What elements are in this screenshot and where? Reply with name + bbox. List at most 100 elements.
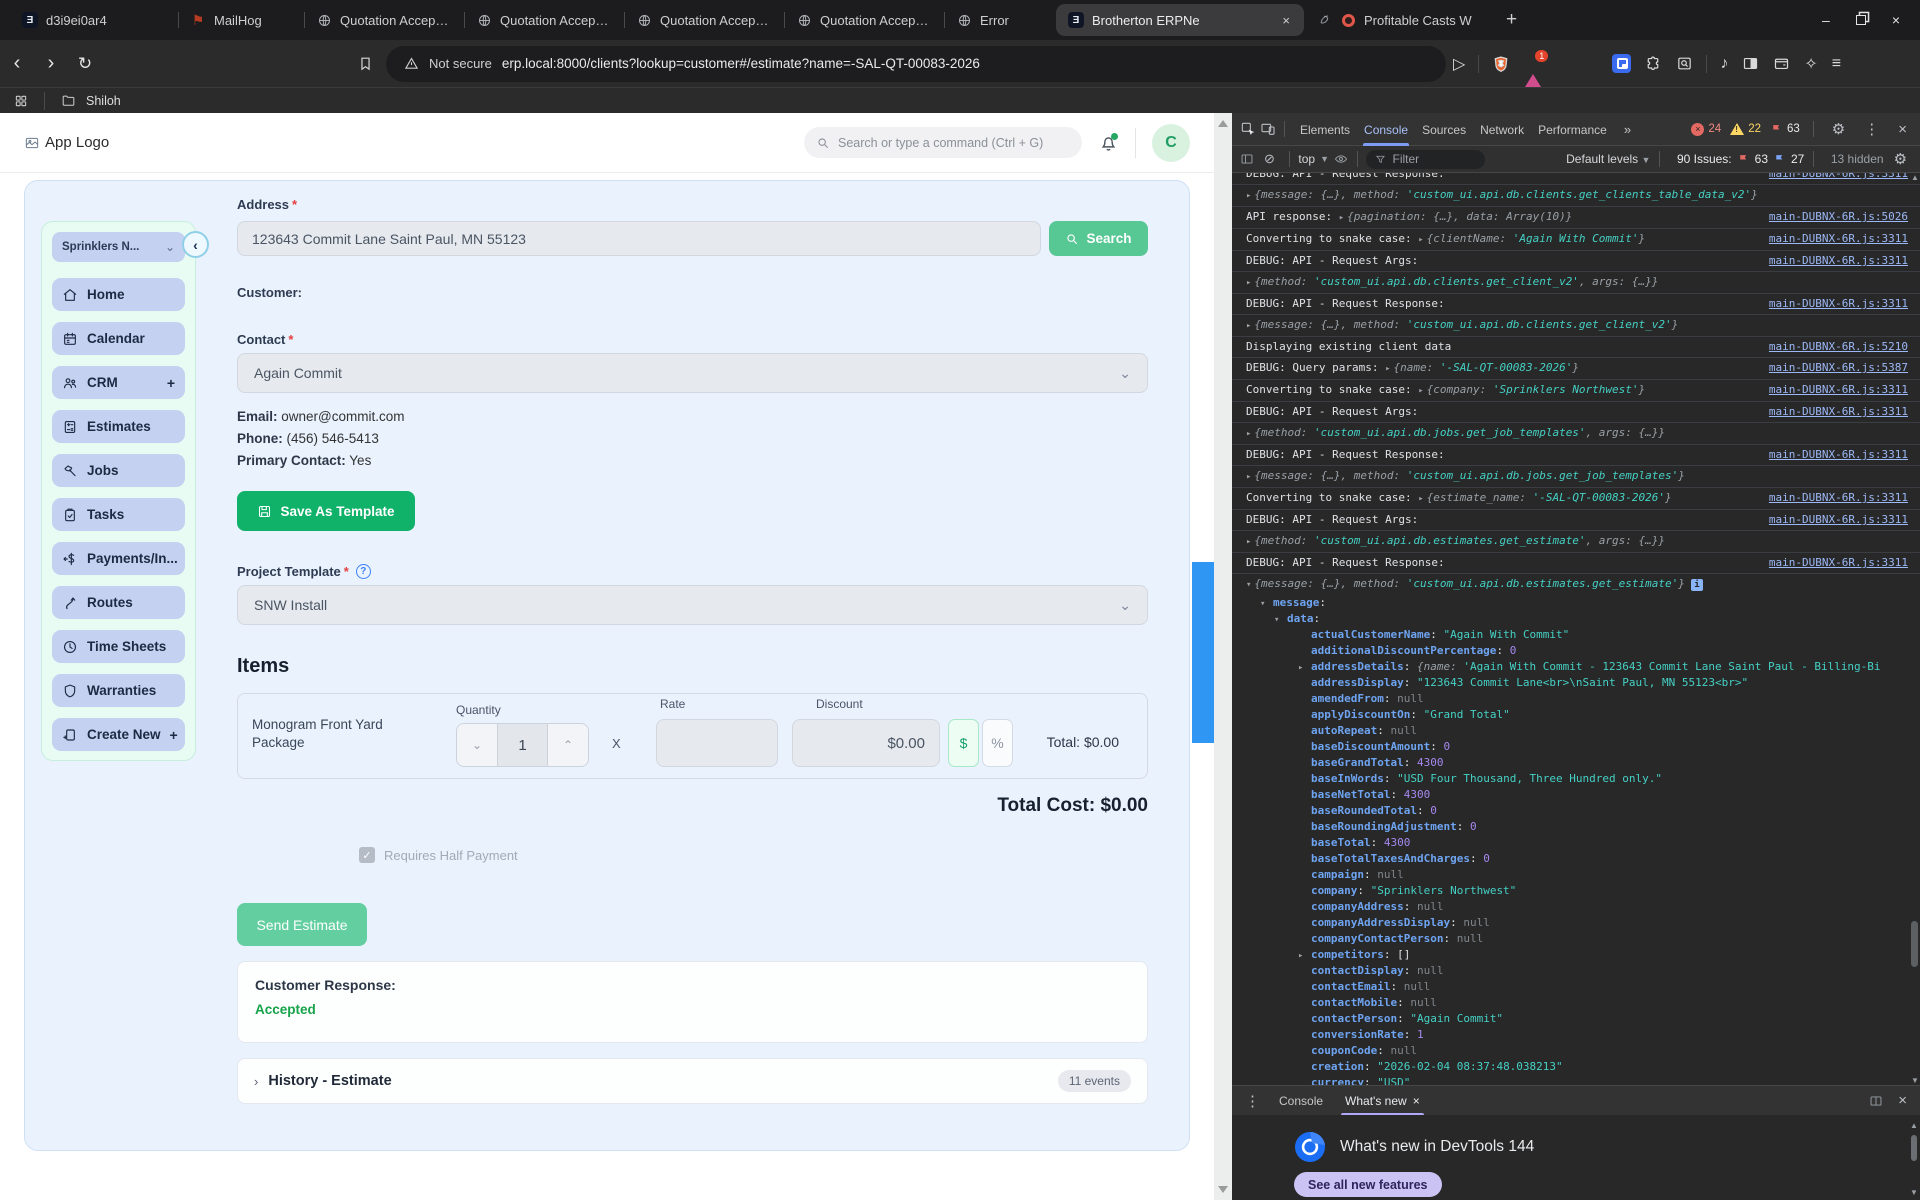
apps-grid-icon[interactable]	[14, 94, 28, 108]
discount-dollar-button[interactable]: $	[948, 719, 979, 767]
new-tab-button[interactable]: +	[1492, 9, 1531, 31]
help-icon[interactable]: ?	[355, 564, 371, 579]
expand-triangle-icon[interactable]: ▸	[1418, 494, 1423, 504]
browser-tab[interactable]: Quotation Accepted	[784, 0, 944, 40]
drawer-tab-close-icon[interactable]: ×	[1413, 1094, 1420, 1108]
device-toolbar-icon[interactable]	[1260, 121, 1276, 137]
whats-new-scrollbar[interactable]: ▲ ▼	[1910, 1121, 1918, 1197]
browser-tab[interactable]: Ǝ Brotherton ERPNe ×	[1056, 4, 1304, 36]
source-link[interactable]: main-DUBNX-6R.js:3311	[1769, 229, 1908, 249]
source-link[interactable]: main-DUBNX-6R.js:3311	[1769, 251, 1908, 271]
menu-icon[interactable]: ≡	[1832, 55, 1841, 73]
company-select[interactable]: Sprinklers N... ⌄	[52, 232, 185, 262]
forward-button[interactable]: ›	[34, 52, 68, 75]
restore-button[interactable]	[1855, 15, 1866, 25]
expand-triangle-icon[interactable]: ▸	[1246, 472, 1251, 482]
address-input[interactable]: 123643 Commit Lane Saint Paul, MN 55123	[237, 221, 1041, 256]
sidebar-item-create-new[interactable]: Create New +	[52, 718, 185, 751]
drawer-tab-console[interactable]: Console	[1271, 1086, 1331, 1116]
source-link[interactable]: main-DUBNX-6R.js:3311	[1769, 294, 1908, 314]
sidebar-collapse-button[interactable]: ‹	[182, 231, 209, 258]
more-tabs-icon[interactable]: »	[1618, 122, 1637, 137]
source-link[interactable]: main-DUBNX-6R.js:5387	[1769, 358, 1908, 378]
browser-tab[interactable]: Quotation Accepted	[304, 0, 464, 40]
user-avatar[interactable]: C	[1152, 123, 1190, 162]
plus-icon[interactable]: +	[170, 727, 178, 743]
expand-triangle-icon[interactable]: ▸	[1298, 948, 1311, 963]
console-scrollbar[interactable]: ▲ ▼	[1909, 173, 1920, 1085]
sidebar-item-home[interactable]: Home	[52, 278, 185, 311]
app-logo[interactable]: App Logo	[24, 134, 109, 151]
console-filter-input[interactable]: Filter	[1366, 149, 1486, 169]
tab-close-icon[interactable]: ×	[1280, 13, 1292, 28]
scroll-down-arrow[interactable]	[1218, 1186, 1228, 1193]
half-payment-checkbox[interactable]: ✓	[359, 847, 375, 863]
back-button[interactable]: ‹	[0, 52, 34, 75]
expand-triangle-icon[interactable]: ▸	[1246, 321, 1251, 331]
brave-shield-icon[interactable]	[1492, 55, 1510, 73]
send-estimate-button[interactable]: Send Estimate	[237, 903, 367, 946]
reload-button[interactable]: ↻	[68, 54, 102, 74]
app-scrollbar[interactable]	[1214, 113, 1232, 1200]
expand-triangle-icon[interactable]: ▾	[1260, 596, 1273, 611]
expand-triangle-icon[interactable]: ▸	[1246, 278, 1251, 288]
context-selector[interactable]: top ▼	[1298, 152, 1329, 166]
bookmark-folder-shiloh[interactable]: Shiloh	[86, 94, 121, 108]
expand-triangle-icon[interactable]: ▸	[1385, 364, 1390, 374]
close-button[interactable]: ×	[1892, 12, 1900, 28]
warning-count-badge[interactable]: 22	[1730, 123, 1761, 135]
sidebar-item-calendar[interactable]: Calendar	[52, 322, 185, 355]
quantity-increase-button[interactable]: ⌃	[548, 724, 588, 766]
drawer-close-icon[interactable]: ×	[1893, 1092, 1912, 1109]
settings-gear-icon[interactable]: ⚙	[1827, 120, 1850, 138]
browser-tab[interactable]: Ǝd3i9ei0ar4	[10, 0, 178, 40]
source-link[interactable]: main-DUBNX-6R.js:3311	[1769, 173, 1908, 184]
source-link[interactable]: main-DUBNX-6R.js:3311	[1769, 553, 1908, 573]
quantity-value[interactable]: 1	[497, 724, 548, 766]
source-link[interactable]: main-DUBNX-6R.js:5210	[1769, 337, 1908, 357]
bookmark-icon[interactable]	[357, 55, 374, 72]
hidden-messages-count[interactable]: 13 hidden	[1831, 152, 1884, 166]
drawer-menu-icon[interactable]: ⋮	[1240, 1092, 1265, 1110]
browser-tab[interactable]: Quotation Accepted	[624, 0, 784, 40]
minimize-button[interactable]: –	[1822, 12, 1830, 28]
address-search-button[interactable]: Search	[1049, 221, 1148, 256]
sidebar-item-payments-in[interactable]: Payments/In...	[52, 542, 185, 575]
devtools-tab-sources[interactable]: Sources	[1415, 113, 1473, 146]
quantity-decrease-button[interactable]: ⌄	[457, 724, 497, 766]
source-link[interactable]: main-DUBNX-6R.js:3311	[1769, 488, 1908, 508]
see-all-new-features-button[interactable]: See all new features	[1294, 1172, 1442, 1197]
devtools-tab-elements[interactable]: Elements	[1293, 113, 1357, 146]
expand-triangle-icon[interactable]: ▸	[1246, 537, 1251, 547]
sidebar-item-time-sheets[interactable]: Time Sheets	[52, 630, 185, 663]
expand-triangle-icon[interactable]: ▸	[1339, 213, 1344, 223]
filter-settings-gear-icon[interactable]: ⚙	[1889, 150, 1912, 168]
expand-triangle-icon[interactable]: ▾	[1246, 580, 1251, 590]
media-music-icon[interactable]: ♪	[1720, 55, 1728, 73]
clear-console-icon[interactable]: ⊘	[1259, 151, 1280, 167]
browser-tab[interactable]: ⚑ MailHog	[178, 0, 304, 40]
source-link[interactable]: main-DUBNX-6R.js:5026	[1769, 207, 1908, 227]
eye-icon[interactable]	[1334, 152, 1348, 166]
expand-triangle-icon[interactable]: ▸	[1418, 386, 1423, 396]
url-field[interactable]: Not secure erp.local:8000/clients?lookup…	[386, 45, 1446, 82]
console-sidebar-toggle-icon[interactable]	[1240, 152, 1254, 166]
contact-select[interactable]: Again Commit ⌄	[237, 353, 1148, 393]
sidebar-item-routes[interactable]: Routes	[52, 586, 185, 619]
expand-triangle-icon[interactable]: ▾	[1274, 612, 1287, 627]
history-accordion[interactable]: › History - Estimate 11 events	[237, 1058, 1148, 1104]
devtools-tab-network[interactable]: Network	[1473, 113, 1531, 146]
global-search-input[interactable]: Search or type a command (Ctrl + G)	[804, 127, 1082, 158]
sidebar-panel-icon[interactable]	[1742, 55, 1759, 72]
save-as-template-button[interactable]: Save As Template	[237, 491, 415, 531]
error-count-badge[interactable]: × 24	[1691, 122, 1721, 136]
issues-summary[interactable]: 90 Issues: 63 27	[1677, 152, 1804, 166]
sidebar-item-crm[interactable]: CRM +	[52, 366, 185, 399]
browser-tab[interactable]: Quotation Accepted	[464, 0, 624, 40]
password-manager-icon[interactable]	[1612, 54, 1632, 73]
browser-tab[interactable]: Error	[944, 0, 1056, 40]
inner-scroll-indicator[interactable]	[1192, 562, 1214, 743]
source-link[interactable]: main-DUBNX-6R.js:3311	[1769, 445, 1908, 465]
wallet-icon[interactable]	[1773, 55, 1790, 72]
rate-input[interactable]	[656, 719, 778, 767]
